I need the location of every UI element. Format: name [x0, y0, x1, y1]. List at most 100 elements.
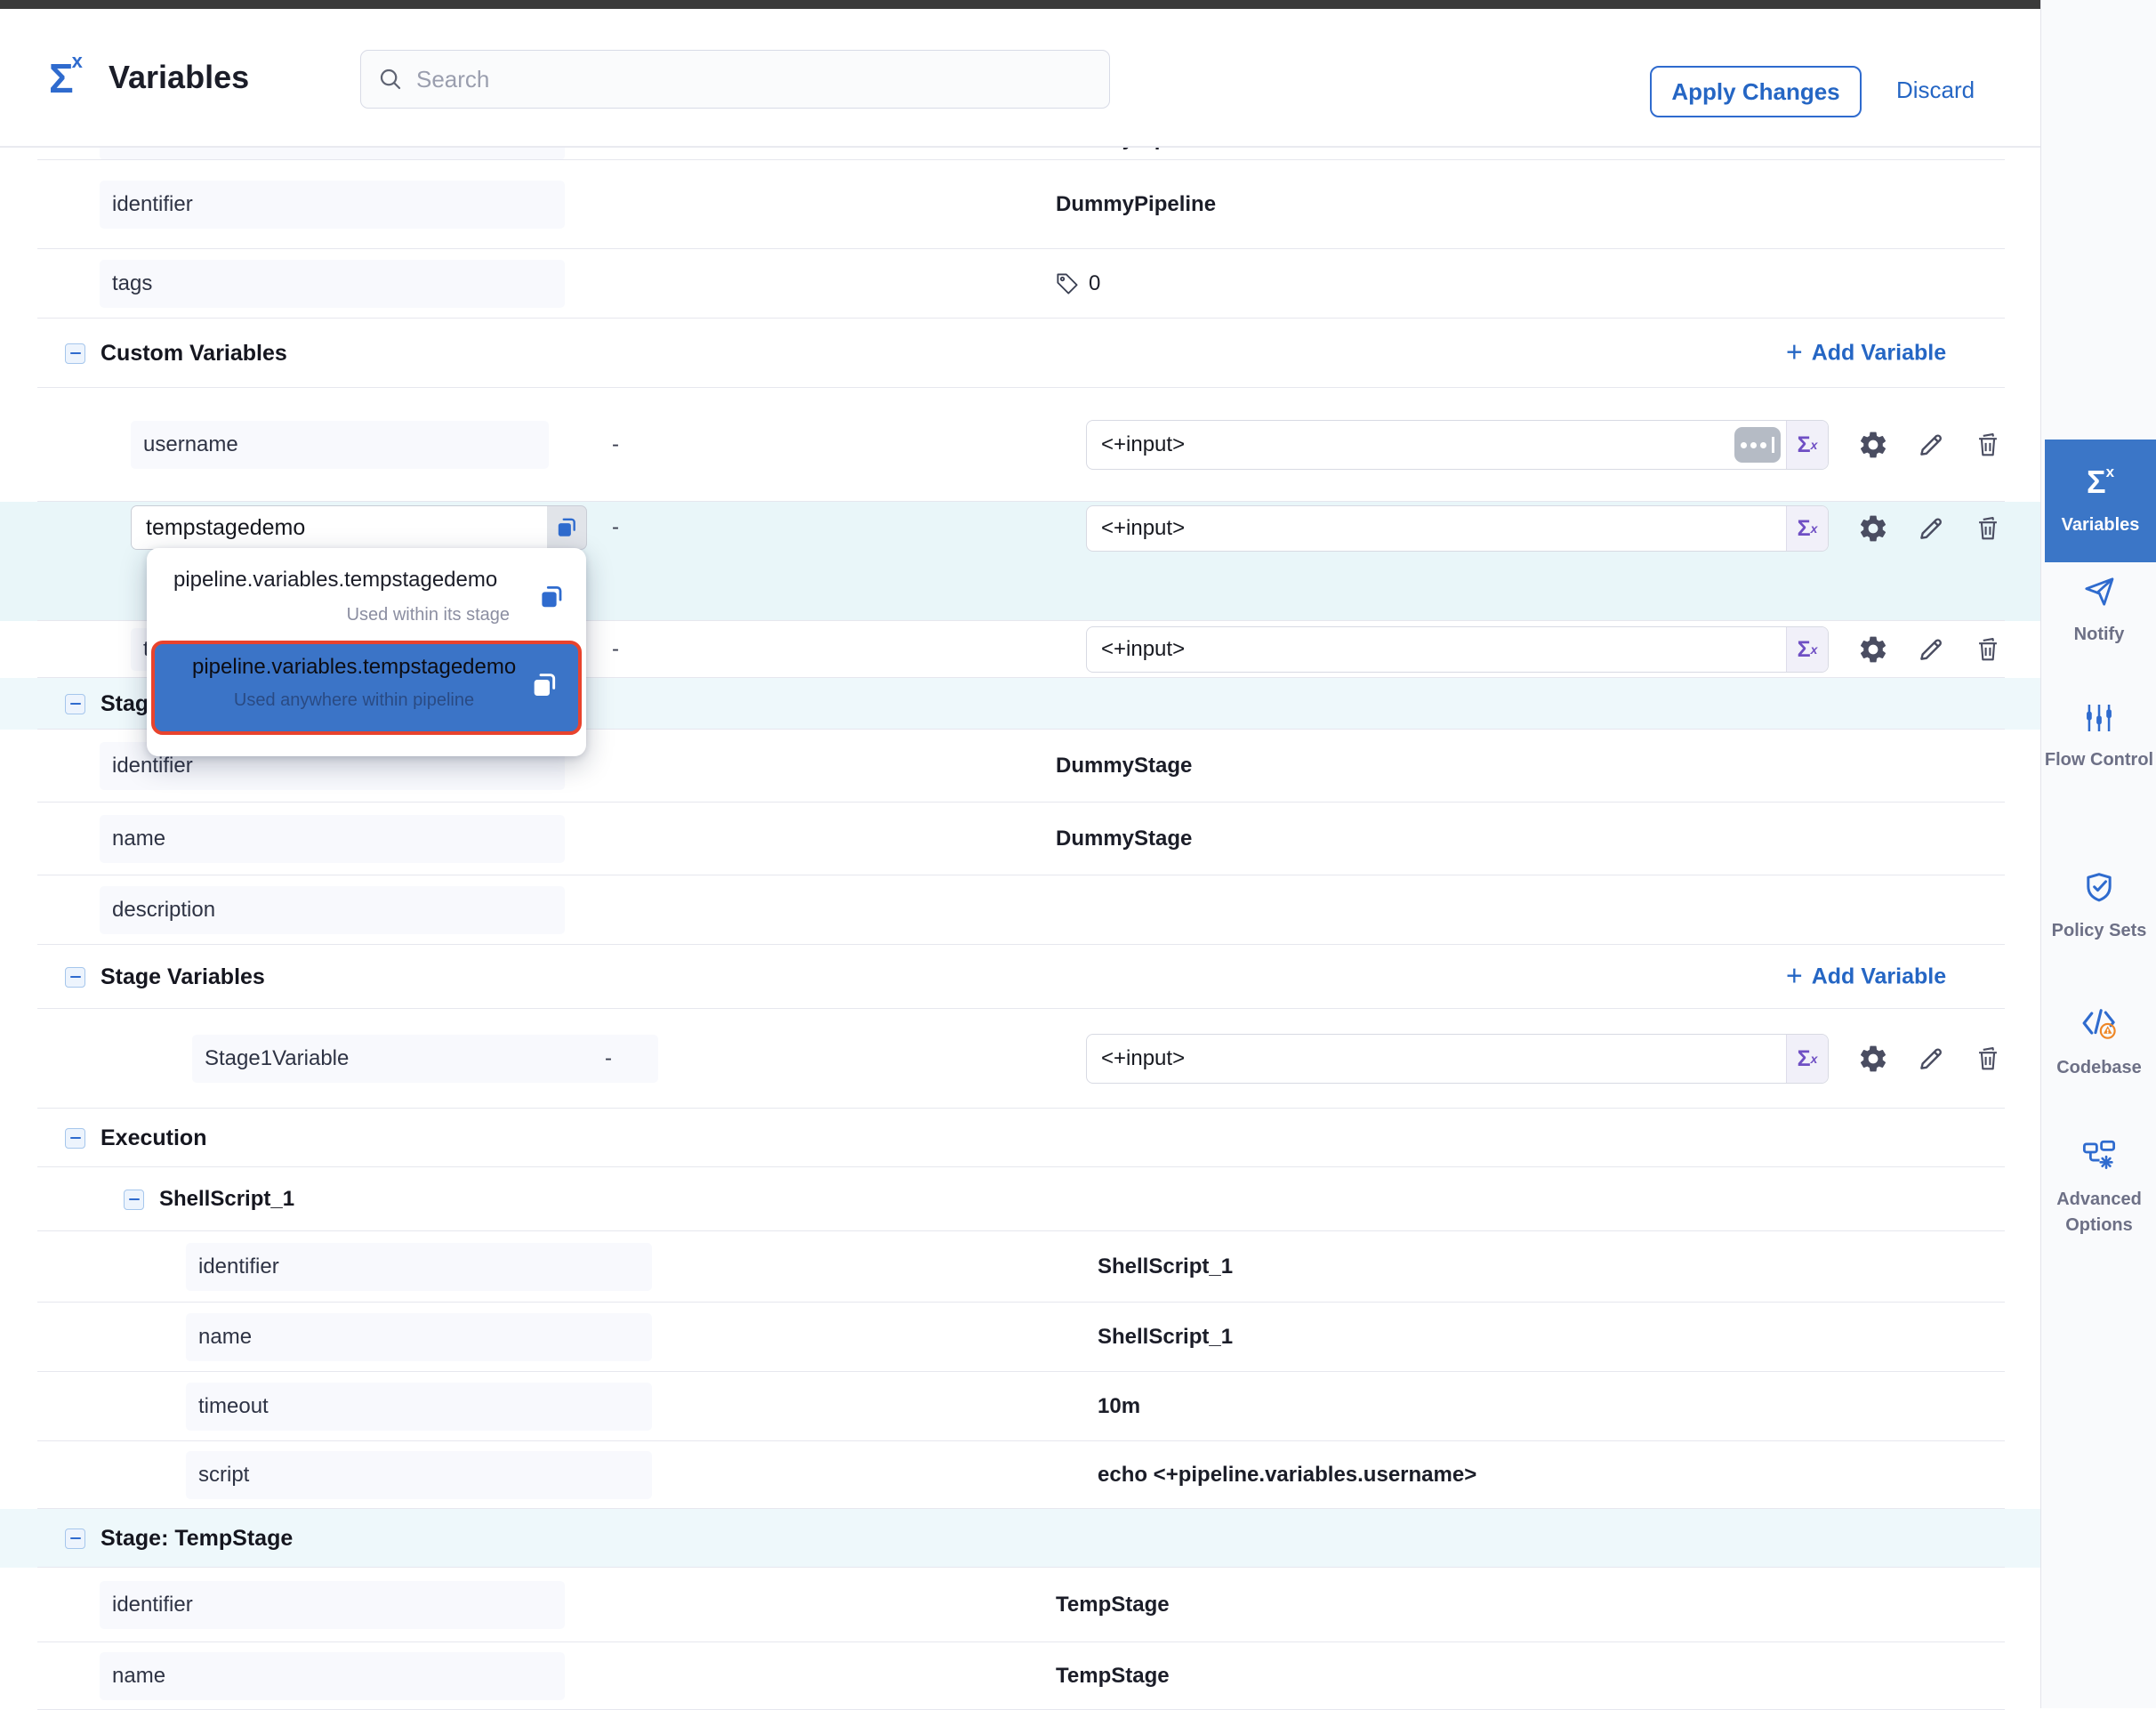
- copy-icon[interactable]: [530, 671, 559, 699]
- partial-row: DummyPipeline: [0, 148, 2040, 160]
- row-custom-variables-header: Custom Variables + Add Variable: [0, 319, 2040, 388]
- row-stage-name: name DummyStage: [0, 803, 2040, 875]
- row-stage-description: description: [0, 875, 2040, 945]
- settings-icon[interactable]: [1857, 633, 1889, 665]
- field-value: TempStage: [1056, 1664, 1170, 1689]
- runtime-input-field[interactable]: <+input> Σx: [1086, 1034, 1829, 1084]
- runtime-input-field[interactable]: <+input> Σx: [1086, 420, 1829, 470]
- section-title: Execution: [101, 1125, 206, 1151]
- value-dash: -: [605, 1046, 612, 1071]
- search-input[interactable]: [416, 66, 1093, 93]
- settings-icon[interactable]: [1857, 512, 1889, 544]
- rail-item-codebase[interactable]: Codebase: [2042, 1004, 2156, 1081]
- row-tempstage-name: name TempStage: [0, 1642, 2040, 1710]
- delete-icon[interactable]: [1973, 634, 2003, 665]
- field-label-pill: identifier: [186, 1243, 652, 1291]
- collapse-icon[interactable]: [65, 694, 85, 714]
- add-variable-button[interactable]: + Add Variable: [1786, 341, 1946, 367]
- apply-changes-button[interactable]: Apply Changes: [1650, 66, 1862, 117]
- field-label-pill: name: [100, 815, 565, 863]
- row-pipeline-identifier: identifier DummyPipeline: [0, 160, 2040, 249]
- search-box[interactable]: [360, 50, 1110, 109]
- plus-icon: +: [1786, 962, 1803, 990]
- delete-icon[interactable]: [1973, 1044, 2003, 1074]
- collapse-icon[interactable]: [65, 967, 85, 988]
- advanced-options-icon: [2080, 1137, 2118, 1174]
- policy-shield-check-icon: [2081, 870, 2117, 906]
- runtime-input-field[interactable]: <+input> Σx: [1086, 626, 1829, 673]
- field-label-pill: timeout: [186, 1383, 652, 1431]
- collapse-icon[interactable]: [65, 1128, 85, 1149]
- delete-icon[interactable]: [1973, 513, 2003, 544]
- settings-icon[interactable]: [1857, 429, 1889, 461]
- variable-name-editor: tempstagedemo: [131, 505, 587, 550]
- runtime-input-field[interactable]: <+input> Σx: [1086, 505, 1829, 552]
- tag-icon: [1054, 270, 1081, 297]
- discard-button[interactable]: Discard: [1896, 77, 1975, 104]
- rail-item-variables[interactable]: Σx Variables: [2045, 440, 2156, 562]
- field-value: DummyPipeline: [1056, 192, 1216, 217]
- field-value: 10m: [1098, 1394, 1140, 1419]
- value-dash: -: [612, 432, 619, 457]
- copy-icon: [555, 516, 578, 539]
- collapse-icon[interactable]: [65, 1529, 85, 1549]
- copy-button[interactable]: [547, 506, 586, 549]
- expression-toggle-icon[interactable]: Σx: [1786, 627, 1828, 672]
- panel-header: Σx Variables Apply Changes Discard: [0, 9, 2040, 148]
- edit-icon[interactable]: [1916, 430, 1946, 460]
- add-variable-button[interactable]: + Add Variable: [1786, 964, 1946, 990]
- variable-name-input[interactable]: tempstagedemo: [132, 506, 547, 549]
- value-dash: -: [612, 515, 619, 540]
- rail-item-policy-sets[interactable]: Policy Sets: [2042, 870, 2156, 944]
- row-pipeline-tags: tags 0: [0, 249, 2040, 319]
- variables-sigma-icon: Σx: [2045, 464, 2156, 498]
- variables-table: DummyPipeline identifier DummyPipeline t…: [0, 148, 2040, 1710]
- row-tempstage-identifier: identifier TempStage: [0, 1568, 2040, 1642]
- dropdown-option-pipeline-scope-selected[interactable]: pipeline.variables.tempstagedemo Used an…: [151, 641, 582, 735]
- field-value: DummyStage: [1056, 754, 1192, 778]
- stage-header-title: Stage: TempStage: [101, 1526, 293, 1552]
- row-stage-temp-header: Stage: TempStage: [0, 1509, 2040, 1568]
- field-value: ShellScript_1: [1098, 1254, 1233, 1279]
- field-label-pill: [100, 148, 565, 160]
- field-label-pill: tags: [100, 260, 565, 308]
- codebase-warning-icon: [2080, 1004, 2119, 1043]
- more-options-badge[interactable]: [1734, 427, 1781, 463]
- page-title: Variables: [109, 59, 249, 96]
- expression-toggle-icon[interactable]: Σx: [1786, 421, 1828, 469]
- edit-icon[interactable]: [1916, 513, 1946, 544]
- field-label-pill: name: [100, 1652, 565, 1700]
- field-label-pill: description: [100, 886, 565, 934]
- edit-icon[interactable]: [1916, 634, 1946, 665]
- option-path: pipeline.variables.tempstagedemo: [173, 568, 524, 593]
- rail-item-flow-control[interactable]: Flow Control: [2042, 701, 2156, 773]
- expression-toggle-icon[interactable]: Σx: [1786, 506, 1828, 551]
- variables-sigma-logo-icon: Σx: [49, 52, 83, 99]
- settings-icon[interactable]: [1857, 1043, 1889, 1075]
- dropdown-option-stage-scope[interactable]: pipeline.variables.tempstagedemo Used wi…: [147, 548, 586, 625]
- copy-icon[interactable]: [538, 584, 565, 610]
- notify-paper-plane-icon: [2081, 574, 2117, 609]
- row-step-script: script echo <+pipeline.variables.usernam…: [0, 1441, 2040, 1509]
- step-title: ShellScript_1: [159, 1187, 294, 1212]
- tags-count: 0: [1089, 271, 1100, 296]
- row-variable-username: username - <+input> Σx: [0, 388, 2040, 502]
- field-label-pill: identifier: [100, 181, 565, 229]
- rail-item-notify[interactable]: Notify: [2042, 574, 2156, 648]
- variable-name-pill: username: [131, 421, 549, 469]
- flow-control-sliders-icon: [2082, 701, 2116, 735]
- collapse-icon[interactable]: [124, 1190, 144, 1210]
- expression-toggle-icon[interactable]: Σx: [1786, 1035, 1828, 1083]
- section-title: Custom Variables: [101, 341, 287, 367]
- rail-item-advanced-options[interactable]: Advanced Options: [2042, 1137, 2156, 1238]
- variable-name-pill: Stage1Variable: [192, 1035, 658, 1083]
- row-step-timeout: timeout 10m: [0, 1372, 2040, 1441]
- delete-icon[interactable]: [1973, 430, 2003, 460]
- field-label-pill: name: [186, 1313, 652, 1361]
- option-hint: Used anywhere within pipeline: [192, 690, 516, 711]
- edit-icon[interactable]: [1916, 1044, 1946, 1074]
- option-hint: Used within its stage: [173, 605, 524, 625]
- section-title: Stage Variables: [101, 964, 265, 990]
- field-value: ShellScript_1: [1098, 1325, 1233, 1350]
- collapse-icon[interactable]: [65, 343, 85, 364]
